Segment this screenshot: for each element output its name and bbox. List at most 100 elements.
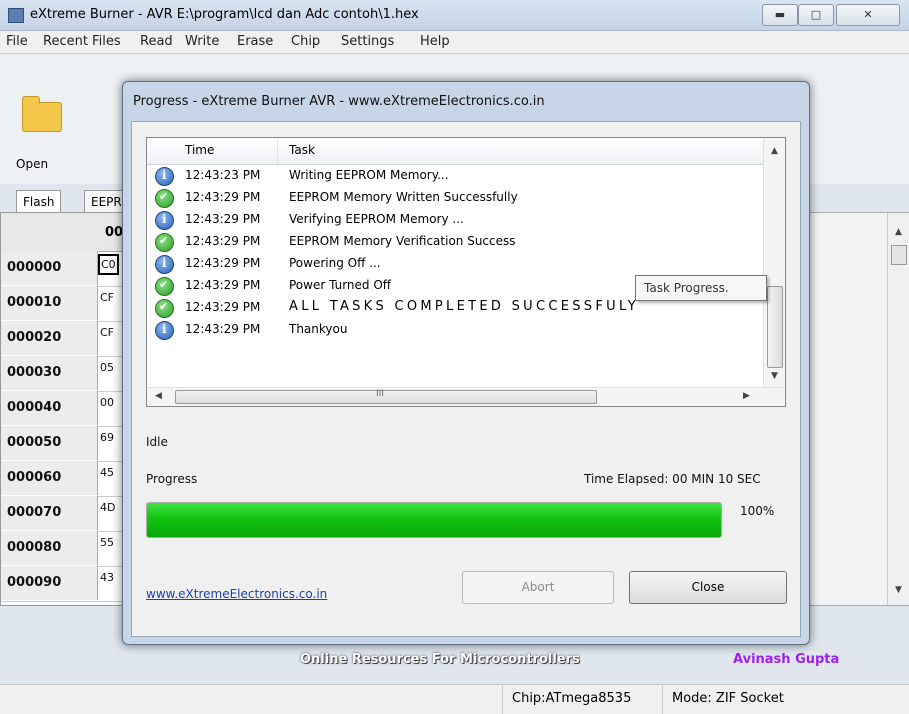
- close-button[interactable]: Close: [629, 571, 787, 604]
- log-time: 12:43:29 PM: [185, 278, 261, 292]
- scroll-down-icon[interactable]: ▼: [895, 585, 902, 595]
- grid-row: 000070 4D: [1, 496, 125, 532]
- list-item[interactable]: 12:43:29 PM Thankyou: [147, 319, 763, 341]
- grid-cell[interactable]: 45: [100, 466, 114, 479]
- grid-row: 000090 43: [1, 566, 125, 602]
- log-time: 12:43:29 PM: [185, 212, 261, 226]
- task-list[interactable]: Time Task 12:43:23 PM Writing EEPROM Mem…: [146, 137, 786, 407]
- menu-file[interactable]: File: [6, 34, 28, 49]
- grid-cell[interactable]: 00: [100, 396, 114, 409]
- list-item[interactable]: 12:43:29 PM Powering Off ...: [147, 253, 763, 275]
- menu-chip[interactable]: Chip: [291, 34, 320, 49]
- close-window-button[interactable]: ✕: [836, 4, 900, 26]
- grid-cell-selected[interactable]: C0: [98, 254, 119, 275]
- menu-recent-files[interactable]: Recent Files: [43, 34, 121, 49]
- grid-address: 000060: [1, 461, 98, 495]
- tab-flash[interactable]: Flash: [16, 190, 62, 213]
- task-list-vertical-scrollbar[interactable]: ▲ ▼: [763, 138, 785, 388]
- window-title: eXtreme Burner - AVR E:\program\lcd dan …: [30, 7, 419, 22]
- grid-cell[interactable]: 4D: [100, 501, 115, 514]
- scroll-down-icon[interactable]: ▼: [771, 371, 778, 381]
- open-label: Open: [16, 157, 49, 171]
- grid-address: 000040: [1, 391, 98, 425]
- list-item[interactable]: 12:43:23 PM Writing EEPROM Memory...: [147, 165, 763, 187]
- log-task: EEPROM Memory Written Successfully: [289, 190, 518, 204]
- grid-address: 000010: [1, 286, 98, 320]
- scroll-up-icon[interactable]: ▲: [895, 227, 902, 237]
- grid-column-header: 00: [105, 225, 124, 240]
- horizontal-scroll-thumb[interactable]: III: [175, 389, 597, 404]
- log-task: EEPROM Memory Verification Success: [289, 234, 516, 248]
- task-progress-tooltip: Task Progress.: [635, 275, 767, 301]
- hex-grid-right: ▲ ▼: [808, 212, 909, 606]
- grid-address: 000070: [1, 496, 98, 530]
- dialog-body: Time Task 12:43:23 PM Writing EEPROM Mem…: [131, 121, 801, 637]
- grid-address: 000030: [1, 356, 98, 390]
- progress-dialog: Progress - eXtreme Burner AVR - www.eXtr…: [122, 81, 810, 645]
- log-time: 12:43:29 PM: [185, 322, 261, 336]
- grid-row: 000060 45: [1, 461, 125, 497]
- task-list-horizontal-scrollbar[interactable]: ◀ III ▶: [147, 387, 785, 406]
- main-title-bar: eXtreme Burner - AVR E:\program\lcd dan …: [0, 0, 909, 31]
- status-bar: Chip:ATmega8535 Mode: ZIF Socket: [0, 684, 909, 714]
- status-chip: Chip:ATmega8535: [512, 691, 632, 706]
- column-time[interactable]: Time: [185, 143, 214, 157]
- grid-scroll-thumb[interactable]: [891, 245, 907, 265]
- menu-read[interactable]: Read: [140, 34, 173, 49]
- tab-eeprom[interactable]: EEPR: [84, 190, 126, 213]
- grid-row: 000020 CF: [1, 321, 125, 357]
- grid-row: 000030 05: [1, 356, 125, 392]
- menu-bar: File Recent Files Read Write Erase Chip …: [0, 31, 909, 54]
- open-button[interactable]: Open: [10, 90, 70, 176]
- info-icon: [155, 255, 174, 274]
- grid-vertical-scrollbar[interactable]: ▲ ▼: [887, 213, 909, 605]
- dialog-title: Progress - eXtreme Burner AVR - www.eXtr…: [133, 94, 545, 109]
- status-label: Idle: [146, 435, 168, 449]
- progress-percent: 100%: [740, 504, 775, 518]
- grid-row: 000050 69: [1, 426, 125, 462]
- log-task: Powering Off ...: [289, 256, 381, 270]
- grid-cell[interactable]: 55: [100, 536, 114, 549]
- abort-button[interactable]: Abort: [462, 571, 614, 604]
- success-icon: [155, 233, 174, 252]
- app-icon: [8, 8, 24, 23]
- scroll-left-icon[interactable]: ◀: [155, 391, 162, 401]
- log-time: 12:43:29 PM: [185, 190, 261, 204]
- menu-erase[interactable]: Erase: [237, 34, 273, 49]
- list-item[interactable]: 12:43:29 PM EEPROM Memory Verification S…: [147, 231, 763, 253]
- menu-write[interactable]: Write: [185, 34, 219, 49]
- hex-grid: 00 000000 C0 000010 CF 000020 CF 000030 05 0…: [0, 212, 126, 606]
- grid-address: 000090: [1, 566, 98, 600]
- maximize-button[interactable]: □: [798, 4, 834, 26]
- minimize-button[interactable]: ▬: [762, 4, 798, 26]
- scroll-up-icon[interactable]: ▲: [771, 146, 778, 156]
- status-mode: Mode: ZIF Socket: [672, 691, 784, 706]
- grid-cell[interactable]: 43: [100, 571, 114, 584]
- menu-help[interactable]: Help: [420, 34, 450, 49]
- progress-label: Progress: [146, 472, 198, 486]
- author-text: Avinash Gupta: [733, 652, 840, 667]
- info-icon: [155, 167, 174, 186]
- grid-cell[interactable]: 69: [100, 431, 114, 444]
- log-time: 12:43:23 PM: [185, 168, 261, 182]
- grid-row: 000080 55: [1, 531, 125, 567]
- scroll-right-icon[interactable]: ▶: [743, 391, 750, 401]
- task-list-header: Time Task: [147, 138, 763, 165]
- grid-row: 000000 C0: [1, 251, 125, 287]
- scroll-thumb[interactable]: [767, 286, 783, 368]
- progress-bar: [146, 502, 722, 538]
- progress-bar-fill: [147, 503, 721, 537]
- grid-address: 000020: [1, 321, 98, 355]
- scroll-grip: III: [376, 389, 384, 399]
- grid-row: 000010 CF: [1, 286, 125, 322]
- grid-cell[interactable]: CF: [100, 291, 114, 304]
- column-task[interactable]: Task: [289, 143, 315, 157]
- grid-address: 000050: [1, 426, 98, 460]
- grid-cell[interactable]: CF: [100, 326, 114, 339]
- website-link[interactable]: www.eXtremeElectronics.co.in: [146, 587, 327, 601]
- menu-settings[interactable]: Settings: [341, 34, 394, 49]
- list-item[interactable]: 12:43:29 PM Verifying EEPROM Memory ...: [147, 209, 763, 231]
- log-task: Verifying EEPROM Memory ...: [289, 212, 464, 226]
- grid-cell[interactable]: 05: [100, 361, 114, 374]
- list-item[interactable]: 12:43:29 PM EEPROM Memory Written Succes…: [147, 187, 763, 209]
